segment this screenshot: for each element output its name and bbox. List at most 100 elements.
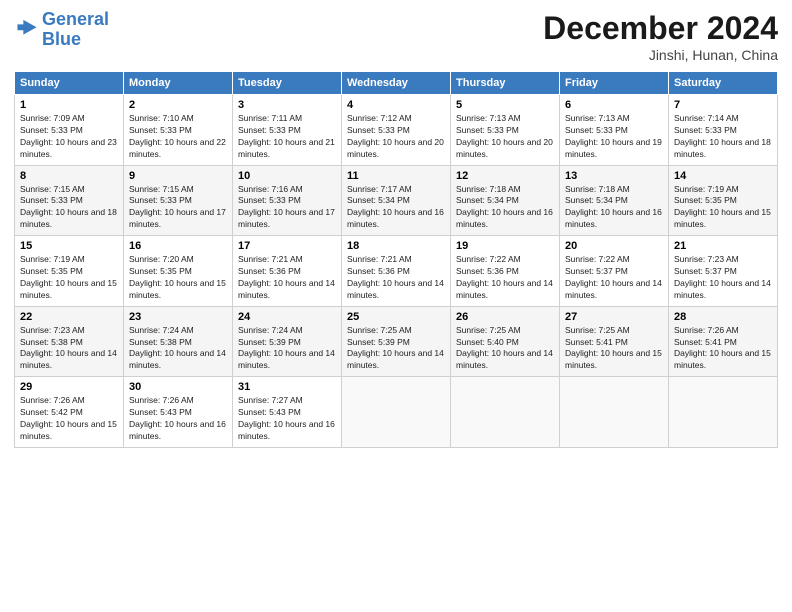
- calendar-cell: 13Sunrise: 7:18 AMSunset: 5:34 PMDayligh…: [560, 165, 669, 236]
- logo: GeneralBlue: [14, 10, 109, 50]
- day-number: 19: [456, 240, 554, 252]
- calendar-cell: 26 Sunrise: 7:25 AMSunset: 5:40 PMDayligh…: [451, 306, 560, 377]
- day-number: 29: [20, 381, 118, 393]
- day-info: Sunrise: 7:14 AMSunset: 5:33 PMDaylight:…: [674, 113, 772, 161]
- calendar-cell: 22 Sunrise: 7:23 AMSunset: 5:38 PMDayligh…: [15, 306, 124, 377]
- day-number: 25: [347, 311, 445, 323]
- day-info: Sunrise: 7:15 AMSunset: 5:33 PMDaylight:…: [129, 184, 227, 232]
- day-info: Sunrise: 7:21 AMSunset: 5:36 PMDaylight:…: [347, 254, 445, 302]
- header: GeneralBlue December 2024 Jinshi, Hunan,…: [14, 10, 778, 63]
- day-number: 6: [565, 99, 663, 111]
- day-info: Sunrise: 7:09 AMSunset: 5:33 PMDaylight:…: [20, 113, 118, 161]
- day-number: 26: [456, 311, 554, 323]
- day-info: Sunrise: 7:27 AMSunset: 5:43 PMDaylight:…: [238, 395, 336, 443]
- day-number: 15: [20, 240, 118, 252]
- page-container: GeneralBlue December 2024 Jinshi, Hunan,…: [0, 0, 792, 456]
- calendar-cell: [560, 377, 669, 448]
- weekday-header-saturday: Saturday: [669, 72, 778, 95]
- day-info: Sunrise: 7:26 AMSunset: 5:41 PMDaylight:…: [674, 325, 772, 373]
- day-number: 24: [238, 311, 336, 323]
- day-info: Sunrise: 7:18 AMSunset: 5:34 PMDaylight:…: [456, 184, 554, 232]
- weekday-header-friday: Friday: [560, 72, 669, 95]
- calendar-cell: 10 Sunrise: 7:16 AMSunset: 5:33 PMDayligh…: [233, 165, 342, 236]
- calendar-cell: 29 Sunrise: 7:26 AMSunset: 5:42 PMDayligh…: [15, 377, 124, 448]
- calendar-cell: 3Sunrise: 7:11 AMSunset: 5:33 PMDaylight…: [233, 95, 342, 166]
- day-info: Sunrise: 7:24 AMSunset: 5:38 PMDaylight:…: [129, 325, 227, 373]
- day-number: 12: [456, 170, 554, 182]
- day-info: Sunrise: 7:26 AMSunset: 5:42 PMDaylight:…: [20, 395, 118, 443]
- calendar-header-row: SundayMondayTuesdayWednesdayThursdayFrid…: [15, 72, 778, 95]
- day-info: Sunrise: 7:17 AMSunset: 5:34 PMDaylight:…: [347, 184, 445, 232]
- calendar-cell: 31 Sunrise: 7:27 AMSunset: 5:43 PMDayligh…: [233, 377, 342, 448]
- calendar-cell: 8 Sunrise: 7:15 AMSunset: 5:33 PMDaylight…: [15, 165, 124, 236]
- calendar-cell: 12 Sunrise: 7:18 AMSunset: 5:34 PMDayligh…: [451, 165, 560, 236]
- day-number: 27: [565, 311, 663, 323]
- calendar-cell: 19 Sunrise: 7:22 AMSunset: 5:36 PMDayligh…: [451, 236, 560, 307]
- day-info: Sunrise: 7:25 AMSunset: 5:40 PMDaylight:…: [456, 325, 554, 373]
- calendar-week-2: 8 Sunrise: 7:15 AMSunset: 5:33 PMDaylight…: [15, 165, 778, 236]
- calendar-cell: 30 Sunrise: 7:26 AMSunset: 5:43 PMDayligh…: [124, 377, 233, 448]
- day-number: 8: [20, 170, 118, 182]
- day-number: 11: [347, 170, 445, 182]
- day-info: Sunrise: 7:25 AMSunset: 5:41 PMDaylight:…: [565, 325, 663, 373]
- calendar-cell: 5Sunrise: 7:13 AMSunset: 5:33 PMDaylight…: [451, 95, 560, 166]
- calendar-cell: 15Sunrise: 7:19 AMSunset: 5:35 PMDayligh…: [15, 236, 124, 307]
- day-number: 22: [20, 311, 118, 323]
- day-info: Sunrise: 7:23 AMSunset: 5:37 PMDaylight:…: [674, 254, 772, 302]
- calendar-cell: 27 Sunrise: 7:25 AMSunset: 5:41 PMDayligh…: [560, 306, 669, 377]
- month-title: December 2024: [543, 10, 778, 47]
- day-number: 13: [565, 170, 663, 182]
- calendar-week-3: 15Sunrise: 7:19 AMSunset: 5:35 PMDayligh…: [15, 236, 778, 307]
- calendar-cell: 17 Sunrise: 7:21 AMSunset: 5:36 PMDayligh…: [233, 236, 342, 307]
- calendar-cell: 21 Sunrise: 7:23 AMSunset: 5:37 PMDayligh…: [669, 236, 778, 307]
- calendar-body: 1Sunrise: 7:09 AMSunset: 5:33 PMDaylight…: [15, 95, 778, 448]
- day-number: 3: [238, 99, 336, 111]
- day-info: Sunrise: 7:26 AMSunset: 5:43 PMDaylight:…: [129, 395, 227, 443]
- day-info: Sunrise: 7:20 AMSunset: 5:35 PMDaylight:…: [129, 254, 227, 302]
- day-info: Sunrise: 7:24 AMSunset: 5:39 PMDaylight:…: [238, 325, 336, 373]
- calendar-cell: 16 Sunrise: 7:20 AMSunset: 5:35 PMDayligh…: [124, 236, 233, 307]
- weekday-header-monday: Monday: [124, 72, 233, 95]
- day-number: 28: [674, 311, 772, 323]
- day-number: 2: [129, 99, 227, 111]
- calendar-cell: 24 Sunrise: 7:24 AMSunset: 5:39 PMDayligh…: [233, 306, 342, 377]
- calendar-cell: [669, 377, 778, 448]
- calendar-cell: 7Sunrise: 7:14 AMSunset: 5:33 PMDaylight…: [669, 95, 778, 166]
- location-subtitle: Jinshi, Hunan, China: [543, 47, 778, 63]
- calendar-cell: 9 Sunrise: 7:15 AMSunset: 5:33 PMDaylight…: [124, 165, 233, 236]
- weekday-header-thursday: Thursday: [451, 72, 560, 95]
- day-number: 16: [129, 240, 227, 252]
- day-number: 14: [674, 170, 772, 182]
- day-number: 17: [238, 240, 336, 252]
- day-info: Sunrise: 7:19 AMSunset: 5:35 PMDaylight:…: [674, 184, 772, 232]
- day-number: 4: [347, 99, 445, 111]
- calendar-cell: 14 Sunrise: 7:19 AMSunset: 5:35 PMDayligh…: [669, 165, 778, 236]
- calendar-cell: [451, 377, 560, 448]
- title-block: December 2024 Jinshi, Hunan, China: [543, 10, 778, 63]
- calendar-cell: 2Sunrise: 7:10 AMSunset: 5:33 PMDaylight…: [124, 95, 233, 166]
- weekday-header-tuesday: Tuesday: [233, 72, 342, 95]
- logo-text: GeneralBlue: [42, 10, 109, 50]
- day-info: Sunrise: 7:21 AMSunset: 5:36 PMDaylight:…: [238, 254, 336, 302]
- day-number: 9: [129, 170, 227, 182]
- calendar-cell: 1Sunrise: 7:09 AMSunset: 5:33 PMDaylight…: [15, 95, 124, 166]
- day-info: Sunrise: 7:16 AMSunset: 5:33 PMDaylight:…: [238, 184, 336, 232]
- day-info: Sunrise: 7:25 AMSunset: 5:39 PMDaylight:…: [347, 325, 445, 373]
- calendar-week-4: 22 Sunrise: 7:23 AMSunset: 5:38 PMDayligh…: [15, 306, 778, 377]
- calendar-cell: 23Sunrise: 7:24 AMSunset: 5:38 PMDayligh…: [124, 306, 233, 377]
- day-info: Sunrise: 7:23 AMSunset: 5:38 PMDaylight:…: [20, 325, 118, 373]
- day-number: 21: [674, 240, 772, 252]
- calendar-cell: 20 Sunrise: 7:22 AMSunset: 5:37 PMDayligh…: [560, 236, 669, 307]
- day-info: Sunrise: 7:22 AMSunset: 5:37 PMDaylight:…: [565, 254, 663, 302]
- day-info: Sunrise: 7:15 AMSunset: 5:33 PMDaylight:…: [20, 184, 118, 232]
- day-info: Sunrise: 7:22 AMSunset: 5:36 PMDaylight:…: [456, 254, 554, 302]
- day-number: 30: [129, 381, 227, 393]
- day-number: 20: [565, 240, 663, 252]
- day-number: 10: [238, 170, 336, 182]
- logo-icon: [16, 17, 38, 39]
- calendar-cell: 11 Sunrise: 7:17 AMSunset: 5:34 PMDayligh…: [342, 165, 451, 236]
- day-number: 18: [347, 240, 445, 252]
- calendar-cell: [342, 377, 451, 448]
- calendar-table: SundayMondayTuesdayWednesdayThursdayFrid…: [14, 71, 778, 448]
- day-number: 31: [238, 381, 336, 393]
